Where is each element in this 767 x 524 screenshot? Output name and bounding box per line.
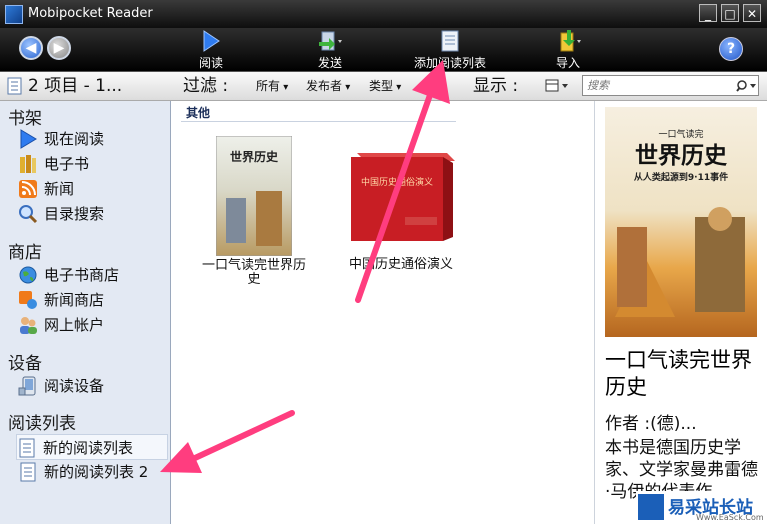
search-box	[582, 75, 759, 96]
back-button[interactable]: ◀	[19, 36, 43, 60]
preview-cover: 一口气读完 世界历史 从人类起源到9·11事件	[605, 107, 757, 337]
play-icon	[20, 129, 37, 149]
sidebar-item-catalog-search[interactable]: 目录搜索	[18, 201, 168, 225]
watermark: 易采站长站 Www.EaSck.Com	[636, 491, 767, 524]
cover-text: 中国历史通俗演义	[361, 176, 433, 188]
sidebar-label: 电子书商店	[44, 266, 120, 284]
book-title: 一口气读完世界历	[201, 258, 306, 273]
view-mode-dropdown[interactable]	[545, 72, 569, 100]
maximize-button[interactable]: □	[721, 4, 739, 22]
filter-label: 过滤 :	[183, 76, 229, 96]
sidebar-label: 新闻商店	[44, 291, 105, 309]
read-label: 阅读	[198, 56, 223, 70]
sidebar-item-reading-list-2[interactable]: 新的阅读列表 2	[18, 459, 168, 483]
import-icon	[560, 30, 581, 52]
sidebar-item-ebook-store[interactable]: 电子书商店	[18, 262, 168, 286]
list-icon	[7, 77, 22, 95]
watermark-subtext: Www.EaSck.Com	[696, 513, 764, 522]
forward-button[interactable]: ▶	[47, 36, 71, 60]
book-title-wrap: 史	[247, 272, 261, 287]
help-button[interactable]: ?	[719, 37, 743, 61]
close-button[interactable]: ✕	[743, 4, 761, 22]
play-icon	[203, 30, 220, 52]
read-button[interactable]: 阅读	[193, 30, 229, 71]
sidebar-label: 新闻	[44, 180, 75, 198]
send-button[interactable]: 发送	[312, 30, 348, 71]
rss-icon	[19, 180, 37, 198]
globe-icon	[19, 266, 37, 284]
sidebar-item-reading-device[interactable]: 阅读设备	[18, 373, 168, 397]
cover-top-text: 一口气读完	[658, 128, 703, 140]
cover-main-text: 世界历史	[635, 143, 728, 169]
cover-sub-text: 从人类起源到9·11事件	[634, 171, 728, 183]
book-cover: 中国历史通俗演义	[351, 153, 455, 241]
send-label: 发送	[317, 56, 342, 70]
item-count: 2 项目 - 1...	[28, 76, 123, 96]
sidebar-item-news[interactable]: 新闻	[18, 176, 168, 200]
book-grid: 其他 世界历史 一口气读完世界历 史 中国历史通俗演义 中国历史通俗演义	[171, 101, 593, 524]
watermark-logo-icon	[638, 494, 664, 520]
reading-list-icon	[19, 438, 35, 458]
filter-type-dropdown[interactable]: 类型	[369, 72, 401, 100]
sidebar-item-reading-now[interactable]: 现在阅读	[18, 126, 168, 150]
magnifier-icon	[19, 205, 38, 224]
reading-list-icon	[441, 30, 459, 52]
sidebar-item-ebooks[interactable]: 电子书	[18, 151, 168, 175]
app-icon	[5, 5, 23, 24]
search-icon[interactable]	[735, 79, 757, 93]
section-reading-lists: 阅读列表	[8, 414, 76, 434]
import-button[interactable]: 导入	[550, 30, 586, 71]
book-preview: 一口气读完 世界历史 从人类起源到9·11事件 一口气读完世界历史 作者 :(德…	[594, 101, 767, 524]
filter-author-dropdown[interactable]: 作	[420, 72, 440, 100]
book-cover: 世界历史	[216, 136, 292, 256]
sidebar-label: 目录搜索	[44, 205, 105, 223]
minimize-button[interactable]: _	[699, 4, 717, 22]
sidebar-item-news-store[interactable]: 新闻商店	[18, 287, 168, 311]
sidebar-label: 阅读设备	[44, 377, 105, 395]
sidebar-label: 新的阅读列表 2	[44, 463, 149, 481]
users-icon	[20, 317, 37, 334]
display-label: 显示 :	[473, 76, 519, 96]
sidebar: 书架 现在阅读 电子书 新闻 目录搜索 商店 电子书商店 新闻商店 网上帐户 设…	[0, 101, 171, 524]
book-item[interactable]: 中国历史通俗演义 中国历史通俗演义	[331, 149, 471, 272]
cover-text: 世界历史	[230, 149, 279, 164]
sidebar-label: 电子书	[44, 155, 90, 173]
book-title: 中国历史通俗演义	[348, 257, 453, 272]
reading-list-icon	[20, 462, 36, 482]
send-icon	[319, 31, 342, 51]
title-bar: Mobipocket Reader _ □ ✕	[0, 0, 767, 28]
sidebar-item-online-account[interactable]: 网上帐户	[18, 312, 168, 336]
add-reading-list-label: 添加阅读列表	[413, 56, 486, 70]
import-label: 导入	[555, 56, 580, 70]
news-store-icon	[19, 291, 37, 309]
filter-bar: 2 项目 - 1... 过滤 : 所有 发布者 类型 作 显示 :	[0, 72, 767, 101]
section-devices: 设备	[8, 354, 42, 374]
books-icon	[20, 155, 36, 173]
group-divider	[181, 121, 456, 122]
filter-publisher-dropdown[interactable]: 发布者	[306, 72, 350, 100]
group-header: 其他	[186, 106, 211, 120]
search-input[interactable]	[587, 77, 727, 94]
window-title: Mobipocket Reader	[28, 6, 153, 21]
view-mode-icon	[545, 79, 568, 91]
add-reading-list-button[interactable]: 添加阅读列表	[406, 30, 494, 71]
sidebar-label: 新的阅读列表	[43, 439, 134, 457]
sidebar-label: 现在阅读	[44, 130, 105, 148]
section-store: 商店	[8, 243, 42, 263]
sidebar-item-reading-list-1[interactable]: 新的阅读列表	[16, 434, 168, 460]
preview-title: 一口气读完世界历史	[605, 348, 752, 399]
filter-all-dropdown[interactable]: 所有	[256, 72, 288, 100]
preview-author: 作者 :(德)...	[605, 414, 697, 434]
book-item[interactable]: 世界历史 一口气读完世界历 史	[193, 136, 315, 287]
device-icon	[18, 376, 36, 396]
toolbar: ◀ ▶ 阅读 发送 添加阅读列表 导入 ?	[0, 28, 767, 72]
sidebar-label: 网上帐户	[44, 316, 105, 334]
